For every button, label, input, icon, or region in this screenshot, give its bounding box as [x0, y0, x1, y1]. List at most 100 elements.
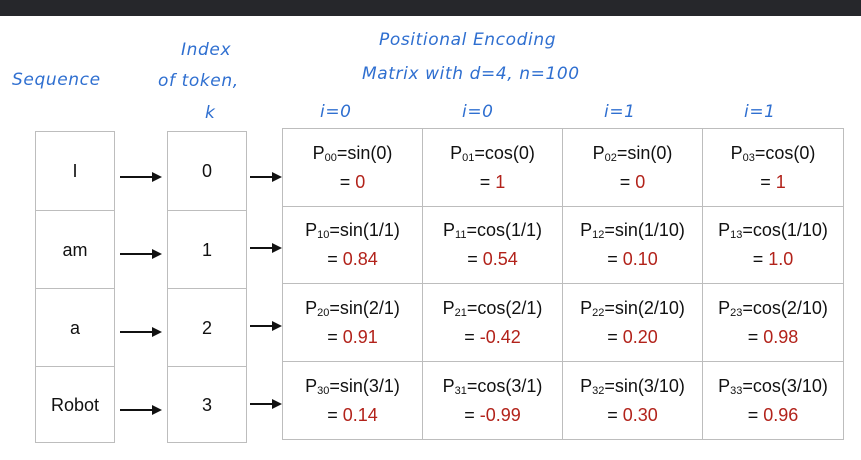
equals-sign: = [619, 171, 636, 192]
matrix-cell-subscript: 22 [592, 306, 605, 319]
index-cell: 2 [168, 288, 246, 367]
matrix-cell-formula: P32=sin(3/10) [580, 374, 685, 403]
sequence-column: I am a Robot [35, 131, 115, 443]
matrix-cell-formula: P33=cos(3/10) [718, 374, 828, 403]
equals-sign: = [464, 326, 480, 347]
matrix-cell: P23=cos(2/10) = 0.98 [703, 284, 843, 362]
matrix-cell-result: = 0.91 [327, 325, 378, 349]
equals-sign: = [339, 171, 356, 192]
matrix-cell-value: 0.84 [342, 249, 378, 270]
arrow-right-icon [250, 243, 282, 253]
matrix-cell: P10=sin(1/1) = 0.84 [283, 206, 423, 284]
matrix-cell-expression: =cos(0) [474, 142, 535, 163]
top-bar [0, 0, 861, 16]
matrix-cell-value: -0.42 [479, 326, 521, 347]
equals-sign: = [747, 326, 764, 347]
equals-sign: = [607, 249, 623, 270]
matrix-cell-expression: =sin(1/10) [604, 220, 685, 241]
matrix-cell-formula: P11=cos(1/1) [443, 218, 542, 247]
matrix-cell-expression: =cos(1/1) [466, 220, 542, 241]
matrix-cell-expression: =sin(3/1) [329, 375, 400, 396]
positional-encoding-matrix: P00=sin(0) = 0 P01=cos(0) = 1 P02=sin(0) = 0P… [282, 128, 844, 440]
matrix-cell: P31=cos(3/1) = -0.99 [423, 361, 563, 439]
matrix-cell-result: = 0.10 [607, 247, 658, 271]
matrix-cell-formula: P22=sin(2/10) [580, 296, 685, 325]
equals-sign: = [752, 249, 769, 270]
matrix-cell: P11=cos(1/1) = 0.54 [423, 206, 563, 284]
token-cell: a [36, 288, 114, 367]
matrix-cell-subscript: 10 [317, 229, 330, 242]
matrix-cell: P01=cos(0) = 1 [423, 129, 563, 207]
matrix-cell-expression: =cos(3/1) [466, 375, 543, 396]
matrix-cell-p: P [718, 375, 731, 396]
matrix-cell-value: 1 [495, 171, 506, 192]
matrix-cell-expression: =sin(2/10) [604, 297, 685, 318]
matrix-cell: P13=cos(1/10) = 1.0 [703, 207, 843, 284]
matrix-cell-result: = -0.99 [464, 403, 521, 427]
matrix-cell-value: 0.54 [482, 249, 518, 270]
matrix-cell-subscript: 02 [604, 151, 617, 164]
matrix-cell-value: 0.96 [763, 404, 799, 425]
matrix-cell-expression: =cos(0) [754, 142, 816, 163]
index-label-line1: Index [181, 40, 232, 60]
matrix-cell-p: P [730, 142, 743, 163]
equals-sign: = [327, 326, 343, 347]
arrow-right-icon [120, 327, 162, 337]
matrix-cell-p: P [442, 297, 455, 318]
equals-sign: = [607, 326, 623, 347]
matrix-cell-p: P [580, 297, 593, 318]
matrix-cell-formula: P23=cos(2/10) [718, 296, 828, 325]
index-cell: 1 [168, 210, 246, 289]
matrix-cell-value: 0.98 [763, 326, 799, 347]
matrix-cell-value: 0.20 [622, 326, 658, 347]
matrix-cell-formula: P12=sin(1/10) [580, 218, 685, 247]
matrix-cell-formula: P02=sin(0) [593, 141, 673, 170]
matrix-cell-subscript: 23 [730, 306, 743, 319]
equals-sign: = [607, 404, 623, 425]
matrix-cell-subscript: 03 [742, 151, 755, 164]
matrix-cell-expression: =sin(2/1) [329, 297, 400, 318]
matrix-cell-subscript: 20 [317, 306, 330, 319]
matrix-cell: P22=sin(2/10) = 0.20 [563, 284, 703, 362]
matrix-cell-subscript: 33 [730, 384, 743, 397]
matrix-cell-value: -0.99 [479, 404, 521, 425]
matrix-cell-result: = 1 [760, 170, 786, 194]
matrix-cell-p: P [443, 220, 456, 241]
index-label-line2: of token, [158, 71, 239, 91]
matrix-cell-result: = 0.30 [607, 403, 658, 427]
matrix-cell-value: 0.14 [342, 404, 378, 425]
pe-title-line1: Positional Encoding [379, 30, 557, 50]
matrix-cell-expression: =sin(0) [336, 142, 393, 163]
pe-title-line2: Matrix with d=4, n=100 [362, 64, 580, 84]
equals-sign: = [327, 249, 343, 270]
matrix-cell: P03=cos(0) = 1 [703, 129, 843, 207]
arrow-right-icon [250, 321, 282, 331]
matrix-cell-formula: P01=cos(0) [450, 141, 535, 170]
sequence-label: Sequence [12, 70, 101, 90]
matrix-cell-p: P [718, 220, 731, 241]
equals-sign: = [760, 171, 776, 192]
matrix-cell-formula: P00=sin(0) [313, 141, 393, 170]
matrix-cell-value: 0.30 [622, 404, 658, 425]
column-header: i=1 [604, 102, 636, 122]
matrix-cell-formula: P31=cos(3/1) [443, 374, 543, 403]
matrix-cell-formula: P10=sin(1/1) [305, 218, 400, 247]
matrix-cell-subscript: 01 [462, 151, 475, 164]
matrix-cell: P32=sin(3/10) = 0.30 [563, 361, 703, 439]
index-column: 0 1 2 3 [167, 131, 247, 443]
token-cell: am [36, 210, 114, 289]
matrix-cell: P20=sin(2/1) = 0.91 [283, 284, 423, 362]
matrix-cell-subscript: 30 [317, 384, 330, 397]
matrix-cell-subscript: 21 [454, 306, 467, 319]
equals-sign: = [467, 249, 483, 270]
column-header: i=0 [462, 102, 494, 122]
matrix-cell: P02=sin(0) = 0 [563, 129, 703, 207]
equals-sign: = [479, 171, 496, 192]
arrow-right-icon [120, 172, 162, 182]
matrix-cell-value: 0.10 [622, 249, 658, 270]
matrix-cell-result: = 0.96 [748, 403, 799, 427]
column-header: i=1 [744, 102, 776, 122]
matrix-cell: P30=sin(3/1) = 0.14 [283, 361, 423, 439]
matrix-cell-expression: =cos(1/10) [742, 220, 828, 241]
matrix-cell-result: = 0.20 [607, 325, 658, 349]
